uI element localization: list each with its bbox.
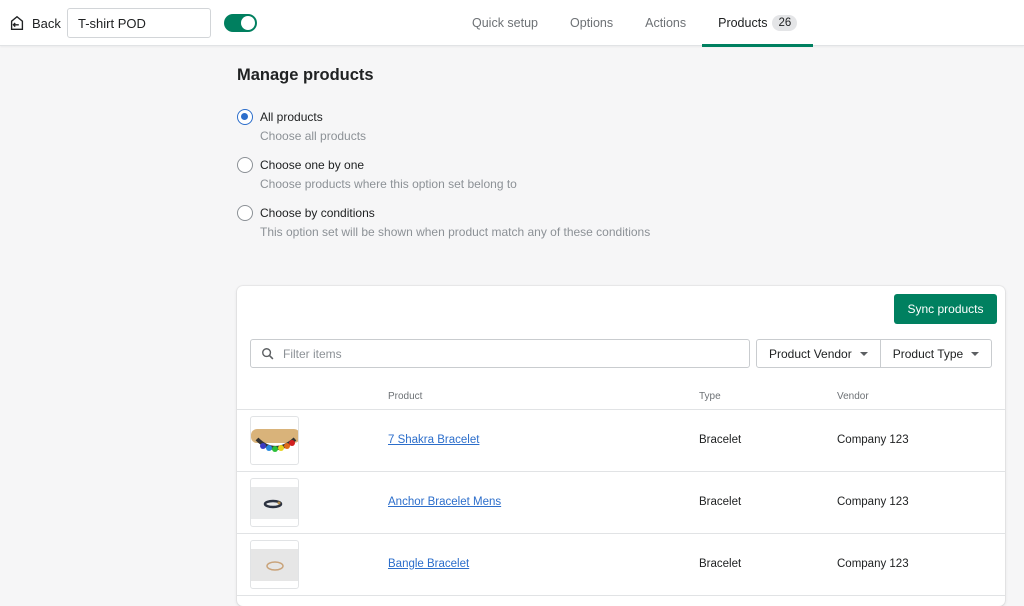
- tab-label: Actions: [645, 16, 687, 30]
- radio-label: Choose one by one: [260, 158, 365, 172]
- back-button[interactable]: Back: [8, 14, 61, 32]
- radio-label: All products: [260, 110, 323, 124]
- product-thumbnail: [250, 416, 299, 465]
- filter-input[interactable]: [283, 346, 749, 361]
- product-link[interactable]: Bangle Bracelet: [388, 558, 469, 570]
- tab-products[interactable]: Products 26: [702, 0, 814, 47]
- radio-help: Choose all products: [260, 129, 367, 143]
- radio-label: Choose by conditions: [260, 206, 375, 220]
- filter-label: Product Vendor: [769, 346, 852, 361]
- product-thumbnail: [250, 540, 299, 589]
- caret-down-icon: [971, 351, 980, 356]
- product-thumbnail: [250, 478, 299, 527]
- product-vendor: Company 123: [837, 496, 909, 508]
- option-all-products[interactable]: All products Choose all products: [237, 109, 1005, 143]
- option-choose-one-by-one[interactable]: Choose one by one Choose products where t…: [237, 157, 1005, 191]
- column-vendor: Vendor: [837, 391, 869, 402]
- tab-bar: Quick setup Options Actions Products 26: [456, 0, 814, 47]
- column-product: Product: [388, 391, 423, 402]
- search-icon: [262, 347, 274, 359]
- page-title: Manage products: [237, 66, 374, 84]
- product-type-filter[interactable]: Product Type: [879, 340, 992, 367]
- top-bar: Back Quick setup Options Actions Product…: [0, 0, 1024, 47]
- tab-options[interactable]: Options: [554, 0, 629, 46]
- enable-toggle[interactable]: [224, 14, 257, 32]
- tab-actions[interactable]: Actions: [629, 0, 702, 46]
- table-header: Product Type Vendor: [237, 386, 1005, 410]
- option-choose-by-conditions[interactable]: Choose by conditions This option set will…: [237, 205, 1005, 239]
- filter-buttons: Product Vendor Product Type: [756, 339, 993, 368]
- filter-search[interactable]: [250, 339, 750, 368]
- radio-help: Choose products where this option set be…: [260, 177, 517, 191]
- tab-quick-setup[interactable]: Quick setup: [456, 0, 554, 46]
- radio-help: This option set will be shown when produ…: [260, 225, 651, 239]
- tab-label: Quick setup: [472, 16, 539, 30]
- table-row: Bangle Bracelet Bracelet Company 123: [237, 534, 1005, 596]
- option-set-name-input[interactable]: [67, 8, 211, 38]
- radio-one-by-one[interactable]: [237, 157, 253, 173]
- product-type: Bracelet: [699, 496, 742, 508]
- products-count-badge: 26: [772, 15, 798, 31]
- tab-label: Options: [570, 16, 614, 30]
- table-row: 7 Shakra Bracelet Bracelet Company 123: [237, 410, 1005, 472]
- back-icon: [10, 15, 24, 30]
- product-vendor-filter[interactable]: Product Vendor: [757, 340, 880, 367]
- sync-products-button[interactable]: Sync products: [894, 294, 997, 324]
- caret-down-icon: [859, 351, 868, 356]
- column-type: Type: [699, 391, 721, 402]
- product-vendor: Company 123: [837, 558, 909, 570]
- tab-label: Products: [718, 16, 768, 30]
- product-type: Bracelet: [699, 558, 742, 570]
- table-row: Anchor Bracelet Mens Bracelet Company 12…: [237, 472, 1005, 534]
- toggle-knob: [241, 16, 255, 30]
- back-label: Back: [32, 15, 61, 31]
- product-link[interactable]: Anchor Bracelet Mens: [388, 496, 501, 508]
- radio-all-products[interactable]: [237, 109, 253, 125]
- radio-by-conditions[interactable]: [237, 205, 253, 221]
- manage-products-section: Manage products All products Choose all p…: [237, 66, 1005, 253]
- filter-label: Product Type: [892, 346, 964, 361]
- product-vendor: Company 123: [837, 434, 909, 446]
- products-card: Sync products Product Vendor Product Typ…: [237, 286, 1005, 606]
- product-link[interactable]: 7 Shakra Bracelet: [388, 434, 479, 446]
- product-type: Bracelet: [699, 434, 742, 446]
